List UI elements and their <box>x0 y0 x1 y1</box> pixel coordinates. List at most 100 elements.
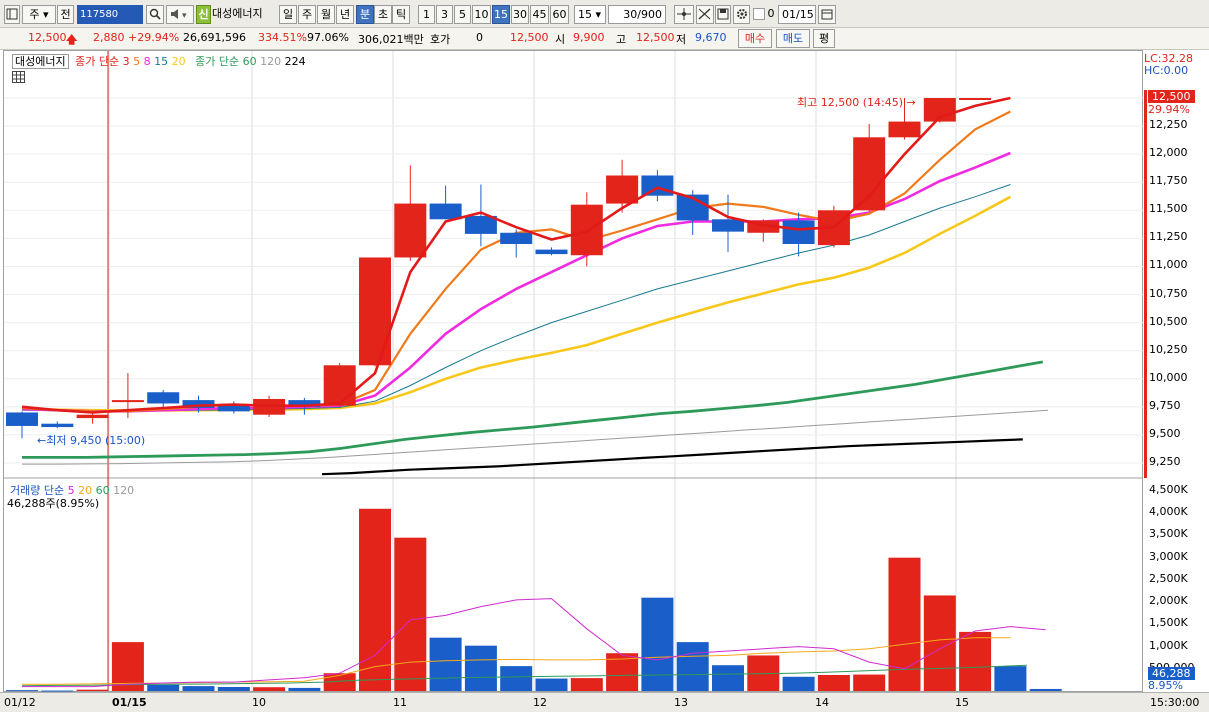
prev-button[interactable]: 전 <box>57 5 74 24</box>
stock-code-input[interactable]: 117580 <box>77 5 143 24</box>
menu-icon[interactable] <box>4 5 20 24</box>
volume-bar <box>147 684 180 691</box>
sell-button[interactable]: 매도 <box>776 29 810 48</box>
price-tick-label: 10,000 <box>1149 370 1188 384</box>
x-label-4: 12 <box>533 696 547 709</box>
price-tick-label: 11,500 <box>1149 202 1188 216</box>
volume-bar <box>888 557 921 691</box>
new-badge: 신 <box>196 5 211 24</box>
time-axis: 01/12 01/15 10 11 12 13 14 15 15:30:00 <box>0 692 1209 712</box>
draw-icon[interactable] <box>696 5 714 24</box>
price-axis: LC:32.28 HC:0.00 12,250 12,000 11,750 11,50… <box>1143 50 1209 692</box>
volume-bar <box>182 686 215 691</box>
market-select[interactable]: 주 ▾ <box>22 5 56 24</box>
period-button-5[interactable]: 초 <box>374 5 392 24</box>
count-value: 30 <box>623 8 638 21</box>
volume-bar <box>253 687 286 691</box>
period-button-6[interactable]: 틱 <box>392 5 410 24</box>
volume-bar <box>394 537 427 691</box>
x-label-0: 01/12 <box>4 696 36 709</box>
interval-button-15[interactable]: 15 <box>492 5 510 24</box>
price-change: 2,880 <box>93 31 125 44</box>
period-button-3[interactable]: 년 <box>336 5 354 24</box>
checkbox-label: 0 <box>767 7 775 20</box>
candle-body <box>323 365 356 406</box>
interval-button-3[interactable]: 3 <box>436 5 453 24</box>
volume-ratio: 334.51% <box>258 31 307 44</box>
volume-bar <box>817 675 850 691</box>
count-input[interactable]: 30/900 <box>608 5 666 24</box>
price-tick-label: 10,250 <box>1149 342 1188 356</box>
volume: 26,691,596 <box>183 31 246 44</box>
volume-tick-label: 2,000K <box>1149 594 1188 608</box>
interval-button-30[interactable]: 30 <box>511 5 529 24</box>
volume-tick-label: 3,000K <box>1149 549 1188 563</box>
period-button-2[interactable]: 월 <box>317 5 335 24</box>
volume-current: 46,288주(8.95%) <box>7 497 100 510</box>
save-icon[interactable] <box>715 5 731 24</box>
legend-stock-name: 대성에너지 <box>12 54 69 69</box>
high-label: 고 <box>616 33 627 46</box>
legend-ma-224: 224 <box>284 55 306 68</box>
calendar-icon[interactable] <box>818 5 836 24</box>
volume-bar <box>641 597 674 691</box>
flat-button[interactable]: 평 <box>813 29 835 48</box>
price-tick-label: 10,500 <box>1149 314 1188 328</box>
buy-button[interactable]: 매수 <box>738 29 772 48</box>
gear-icon[interactable] <box>733 5 750 24</box>
volume-tick-label: 3,500K <box>1149 527 1188 541</box>
price-change-pct: +29.94% <box>128 31 180 44</box>
candle-body <box>888 121 921 138</box>
volume-bar <box>500 666 533 691</box>
interval-button-5[interactable]: 5 <box>454 5 471 24</box>
price-tick-label: 9,250 <box>1149 455 1181 468</box>
interval-select[interactable]: 15 ▾ <box>574 5 606 24</box>
period-button-4[interactable]: 분 <box>356 5 374 24</box>
crosshair-icon[interactable] <box>674 5 694 24</box>
volume-bar <box>217 687 250 691</box>
legend-ma1-label: 종가 단순 <box>75 55 120 68</box>
bid-price: 12,500 <box>510 31 549 44</box>
stock-name: 대성에너지 <box>212 7 263 20</box>
low-annotation-text: 최저 9,450 (15:00) <box>46 434 146 447</box>
bid-label: 호가 <box>430 33 451 46</box>
volume-bar <box>570 678 603 691</box>
low-label: 저 <box>676 33 687 46</box>
legend-ma-5: 5 <box>133 55 141 68</box>
x-label-2: 10 <box>252 696 266 709</box>
legend-ma-3: 3 <box>122 55 130 68</box>
open-price: 9,900 <box>573 31 605 44</box>
interval-button-60[interactable]: 60 <box>550 5 569 24</box>
legend-ma-60: 60 <box>242 55 257 68</box>
period-button-1[interactable]: 주 <box>298 5 316 24</box>
trade-amount: 306,021백만 <box>358 33 424 46</box>
candle-body <box>570 204 603 256</box>
legend-ma-15: 15 <box>154 55 169 68</box>
up-arrow-icon: 🡅 <box>66 33 78 46</box>
open-label: 시 <box>555 33 566 46</box>
volume-bar <box>994 666 1027 691</box>
interval-button-45[interactable]: 45 <box>530 5 549 24</box>
x-label-5: 13 <box>674 696 688 709</box>
speaker-icon[interactable]: ▾ <box>166 5 194 24</box>
table-icon[interactable] <box>12 71 25 86</box>
ma224-line <box>321 438 1023 476</box>
price-tick-label: 12,250 <box>1149 118 1188 132</box>
high-price: 12,500 <box>636 31 675 44</box>
volume-bar <box>1029 688 1062 691</box>
price-legend: 대성에너지 종가 단순 3 5 8 15 20 종가 단순 60 120 224 <box>12 53 306 69</box>
interval-button-10[interactable]: 10 <box>472 5 491 24</box>
volume-bar <box>853 674 886 691</box>
date-input[interactable]: 01/15 <box>778 5 816 24</box>
chart-panel[interactable]: 대성에너지 종가 단순 3 5 8 15 20 종가 단순 60 120 224… <box>3 50 1144 693</box>
search-icon[interactable] <box>146 5 164 24</box>
price-tick-label: 9,750 <box>1149 398 1181 412</box>
chart-canvas[interactable] <box>4 51 1144 693</box>
interval-button-1[interactable]: 1 <box>418 5 435 24</box>
period-button-0[interactable]: 일 <box>279 5 297 24</box>
bid-value: 0 <box>476 31 483 44</box>
candle-body <box>500 232 533 244</box>
zero-checkbox[interactable] <box>753 8 765 20</box>
candle-body <box>429 203 462 220</box>
high-annotation: 최고 12,500 (14:45) → <box>797 94 916 110</box>
